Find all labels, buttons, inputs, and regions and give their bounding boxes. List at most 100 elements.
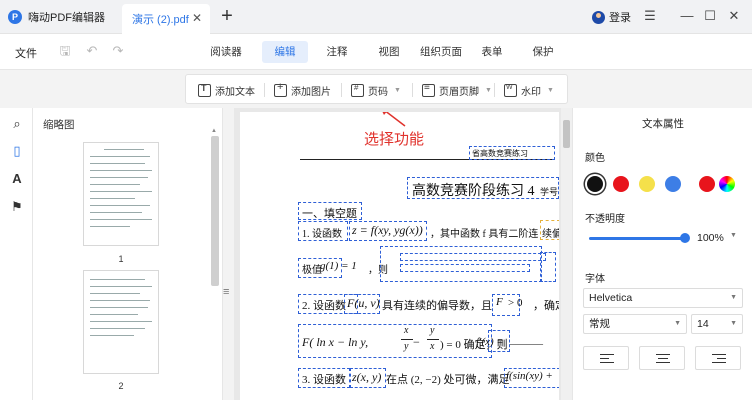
align-right-button[interactable] xyxy=(695,346,741,370)
line3-text: 具有连续的偏导数，且 xyxy=(382,300,492,312)
tab-annotate[interactable]: 注释 xyxy=(316,41,358,63)
line3-symbol: F xyxy=(496,296,503,308)
app-tab[interactable]: P 嗨动PDF编辑器 xyxy=(0,0,122,34)
chevron-down-icon: ▼ xyxy=(485,86,492,94)
formula-box[interactable] xyxy=(400,264,530,272)
thumbnail-page-number: 1 xyxy=(118,254,124,264)
user-avatar-icon xyxy=(592,10,605,24)
chevron-down-icon: ▼ xyxy=(394,86,401,94)
font-size-value: 14 xyxy=(697,318,709,330)
app-logo-icon: P xyxy=(8,10,22,24)
panel-splitter[interactable] xyxy=(224,108,234,400)
opacity-slider-handle[interactable] xyxy=(680,233,690,243)
color-swatch-yellow[interactable] xyxy=(639,176,655,192)
title-bar: P 嗨动PDF编辑器 演示 (2).pdf ✕ + 登录 ☰ — ☐ ✕ xyxy=(0,0,752,34)
annotation-arrow-icon xyxy=(382,112,406,127)
thumbnail-panel-title: 缩略图 xyxy=(43,119,75,131)
header-footer-icon xyxy=(422,82,435,97)
ribbon: 文件 🖫 ↶ ↷ 阅读器 编辑 注释 视图 组织页面 表单 保护 xyxy=(0,34,752,70)
opacity-value[interactable]: 100% xyxy=(697,232,724,244)
login-button[interactable]: 登录 xyxy=(592,9,631,25)
chevron-down-icon: ▼ xyxy=(547,86,554,94)
add-text-button[interactable]: 添加文本 xyxy=(198,80,255,100)
minimize-icon[interactable]: — xyxy=(677,6,697,26)
page-number-button[interactable]: 页码 ▼ xyxy=(351,80,401,100)
tab-protect[interactable]: 保护 xyxy=(523,41,563,63)
color-swatch-red-recent[interactable] xyxy=(699,176,715,192)
add-text-label: 添加文本 xyxy=(215,86,255,98)
chevron-down-icon[interactable]: ▼ xyxy=(730,232,737,239)
line4-fraction-num: x xyxy=(404,325,409,336)
page-thumbnail[interactable] xyxy=(83,270,159,374)
bookmark-icon[interactable]: ⚑ xyxy=(9,199,25,215)
drag-handle-icon[interactable]: ≡ xyxy=(223,286,229,298)
font-style-select[interactable]: 常规 ▼ xyxy=(583,314,687,334)
document-tab[interactable]: 演示 (2).pdf ✕ xyxy=(122,4,210,34)
font-size-select[interactable]: 14 ▼ xyxy=(691,314,743,334)
new-tab-plus-icon[interactable]: + xyxy=(215,3,239,29)
line5-formula: z(x, y) xyxy=(352,370,382,384)
align-left-button[interactable] xyxy=(583,346,629,370)
line5-prefix: 3. 设函数 xyxy=(302,374,346,386)
add-text-icon xyxy=(198,83,211,97)
custom-color-picker-icon[interactable] xyxy=(719,176,735,192)
font-family-select[interactable]: Helvetica ▼ xyxy=(583,288,743,308)
line3-gt-zero: > 0 xyxy=(508,297,523,309)
tab-reader[interactable]: 阅读器 xyxy=(201,41,251,63)
watermark-button[interactable]: 水印 ▼ xyxy=(504,80,554,100)
scroll-up-icon[interactable]: ▲ xyxy=(211,128,217,134)
text-recognize-icon[interactable]: A xyxy=(9,171,25,187)
line2-formula: g(1) = 1 xyxy=(320,260,357,272)
save-icon[interactable]: 🖫 xyxy=(57,43,73,59)
line4-blank: ______ xyxy=(510,334,543,346)
line4-minus: − xyxy=(413,335,420,349)
close-window-icon[interactable]: ✕ xyxy=(724,6,744,26)
chevron-down-icon: ▼ xyxy=(730,320,737,327)
opacity-slider-track[interactable] xyxy=(589,237,685,240)
close-tab-icon[interactable]: ✕ xyxy=(192,11,202,25)
document-scrollbar[interactable] xyxy=(561,108,572,400)
font-family-value: Helvetica xyxy=(589,292,633,304)
toolbar-divider xyxy=(341,83,342,97)
color-swatch-red[interactable] xyxy=(613,176,629,192)
document-scrollbar-thumb[interactable] xyxy=(563,120,570,148)
header-footer-button[interactable]: 页眉页脚 ▼ xyxy=(422,80,492,100)
watermark-icon xyxy=(504,83,517,97)
toolbar-divider xyxy=(494,83,495,97)
tab-organize-pages[interactable]: 组织页面 xyxy=(418,41,464,63)
tab-edit[interactable]: 编辑 xyxy=(262,41,308,63)
formula-box[interactable] xyxy=(540,252,556,282)
menu-icon[interactable]: ☰ xyxy=(640,6,660,26)
header-label: 省高数竞赛练习 xyxy=(472,149,528,158)
page-thumbnail[interactable] xyxy=(83,142,159,246)
login-label: 登录 xyxy=(609,12,631,24)
undo-icon[interactable]: ↶ xyxy=(84,43,100,59)
color-swatch-blue[interactable] xyxy=(665,176,681,192)
pdf-page[interactable]: 选择功能 省高数竞赛练习 高数竞赛阶段练习 4 学号 一、填空题 1. 设函数 … xyxy=(240,112,559,400)
app-name: 嗨动PDF编辑器 xyxy=(28,12,105,24)
formula-box[interactable] xyxy=(400,253,546,261)
thumbnail-page-icon[interactable]: ▯ xyxy=(9,143,25,159)
add-image-button[interactable]: 添加图片 xyxy=(274,80,331,100)
align-center-button[interactable] xyxy=(639,346,685,370)
thumbnail-scrollbar[interactable] xyxy=(211,136,219,286)
line1-formula: z = f(xy, yg(x)) xyxy=(352,223,423,237)
maximize-icon[interactable]: ☐ xyxy=(700,6,720,26)
document-tab-label: 演示 (2).pdf xyxy=(132,14,189,26)
chevron-down-icon: ▼ xyxy=(730,294,737,301)
line5-text: 在点 (2, −2) 处可微，满足 xyxy=(386,374,510,386)
redo-icon[interactable]: ↷ xyxy=(110,43,126,59)
document-title: 高数竞赛阶段练习 4 xyxy=(412,184,535,199)
page-number-icon xyxy=(351,83,364,97)
file-menu[interactable]: 文件 xyxy=(15,45,37,61)
opacity-label: 不透明度 xyxy=(585,214,625,225)
search-icon[interactable]: ⌕ xyxy=(9,116,25,132)
line3-suffix: ，确定 xyxy=(533,300,559,312)
section-heading: 一、填空题 xyxy=(302,208,357,220)
tab-view[interactable]: 视图 xyxy=(368,41,410,63)
document-title-suffix: 学号 xyxy=(540,187,559,197)
line1-prefix: 1. 设函数 xyxy=(302,229,342,240)
color-swatch-black[interactable] xyxy=(587,176,603,192)
line3-formula: F(u, v) xyxy=(347,296,380,310)
tab-forms[interactable]: 表单 xyxy=(472,41,512,63)
